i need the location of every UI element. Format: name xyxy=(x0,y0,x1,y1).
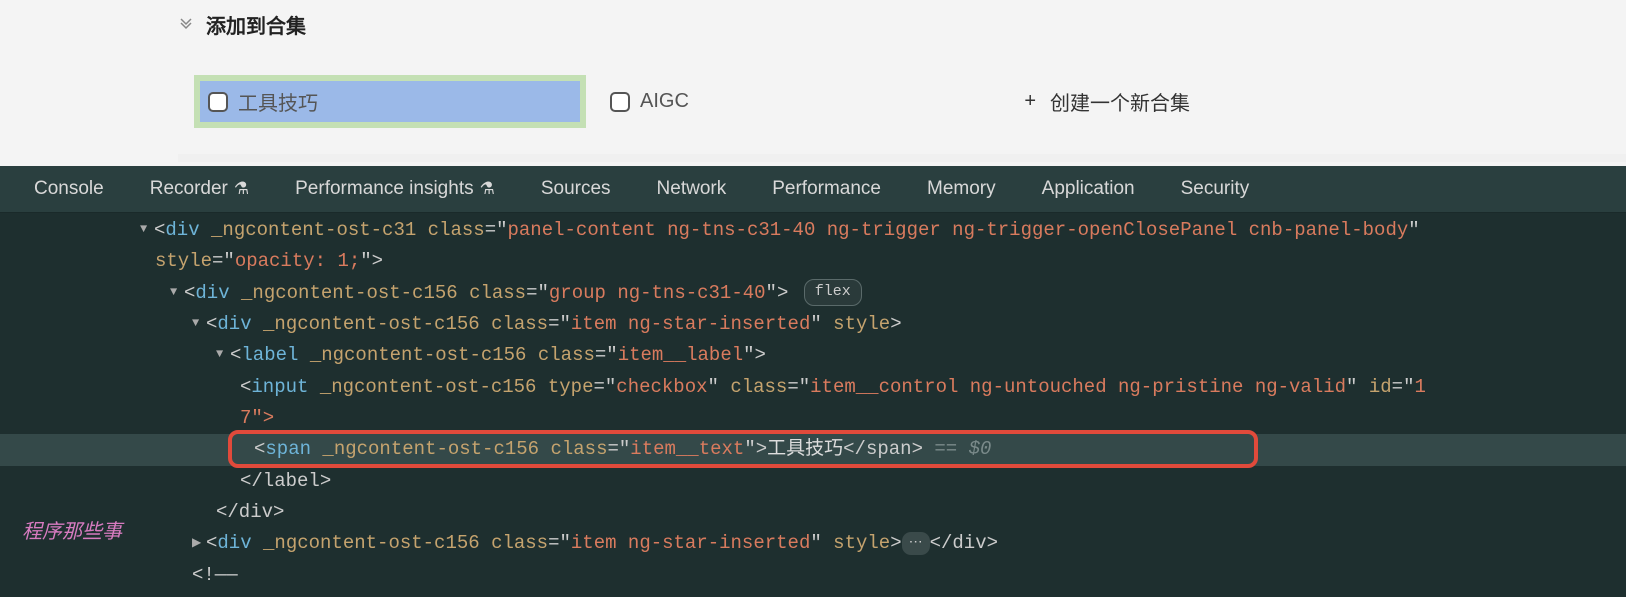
flask-icon: ⚗ xyxy=(234,179,249,199)
disclosure-triangle[interactable]: ▼ xyxy=(216,345,230,365)
dom-node[interactable]: </label> xyxy=(0,466,1626,497)
tab-network[interactable]: Network xyxy=(657,178,727,200)
disclosure-triangle[interactable]: ▶ xyxy=(192,534,206,554)
dom-node[interactable]: ▼<label _ngcontent-ost-c156 class="item_… xyxy=(0,340,1626,371)
dom-node[interactable]: </div> xyxy=(0,497,1626,528)
checkbox[interactable] xyxy=(610,92,630,112)
collection-item-label: AIGC xyxy=(640,90,689,113)
divider xyxy=(178,154,1626,162)
dom-node-cont[interactable]: style="opacity: 1;"> xyxy=(0,246,1626,277)
ellipsis-icon[interactable]: ⋯ xyxy=(902,532,930,555)
watermark: 程序那些事 xyxy=(22,516,122,549)
disclosure-triangle[interactable]: ▼ xyxy=(192,314,206,334)
dom-node[interactable]: <input _ngcontent-ost-c156 type="checkbo… xyxy=(0,372,1626,403)
devtools-tabs: Console Recorder ⚗ Performance insights … xyxy=(0,166,1626,213)
inspected-highlight: 工具技巧 xyxy=(194,75,586,128)
tab-sources[interactable]: Sources xyxy=(541,178,611,200)
tab-performance-insights[interactable]: Performance insights ⚗ xyxy=(295,178,495,200)
tab-recorder[interactable]: Recorder ⚗ xyxy=(150,178,249,200)
checkbox[interactable] xyxy=(208,92,228,112)
dom-node[interactable]: ▼<div _ngcontent-ost-c156 class="group n… xyxy=(0,278,1626,309)
dom-node[interactable]: ▶<div _ngcontent-ost-c156 class="item ng… xyxy=(0,528,1626,559)
flask-icon: ⚗ xyxy=(480,179,495,199)
tab-performance[interactable]: Performance xyxy=(772,178,881,200)
tab-console[interactable]: Console xyxy=(34,178,104,200)
tab-memory[interactable]: Memory xyxy=(927,178,996,200)
dom-node[interactable]: ▼<div _ngcontent-ost-c156 class="item ng… xyxy=(0,309,1626,340)
panel-header[interactable]: 添加到合集 xyxy=(0,0,1626,49)
disclosure-triangle[interactable]: ▼ xyxy=(140,220,154,240)
plus-icon: + xyxy=(1024,90,1036,113)
dom-node-selected[interactable]: <span _ngcontent-ost-c156 class="item__t… xyxy=(0,434,1626,465)
dom-node[interactable]: <!—— xyxy=(0,560,1626,591)
flex-badge[interactable]: flex xyxy=(804,279,862,306)
tab-application[interactable]: Application xyxy=(1042,178,1135,200)
dom-node-cont[interactable]: 7"> xyxy=(0,403,1626,434)
devtools-panel: Console Recorder ⚗ Performance insights … xyxy=(0,166,1626,597)
chevron-down-icon xyxy=(178,14,194,35)
elements-tree[interactable]: ▼<div _ngcontent-ost-c31 class="panel-co… xyxy=(0,213,1626,597)
create-label: 创建一个新合集 xyxy=(1050,87,1190,116)
tab-security[interactable]: Security xyxy=(1181,178,1250,200)
panel-title: 添加到合集 xyxy=(206,10,306,39)
collection-item[interactable]: AIGC xyxy=(610,90,689,113)
collection-item[interactable]: 工具技巧 xyxy=(200,81,580,122)
dom-node[interactable]: ▼<div _ngcontent-ost-c31 class="panel-co… xyxy=(0,215,1626,246)
disclosure-triangle[interactable]: ▼ xyxy=(170,283,184,303)
collection-panel: 添加到合集 工具技巧 AIGC + 创建一个新合集 xyxy=(0,0,1626,162)
collection-items: 工具技巧 AIGC + 创建一个新合集 xyxy=(178,55,1626,148)
create-collection-button[interactable]: + 创建一个新合集 xyxy=(1024,87,1190,116)
collection-item-label: 工具技巧 xyxy=(238,87,318,116)
